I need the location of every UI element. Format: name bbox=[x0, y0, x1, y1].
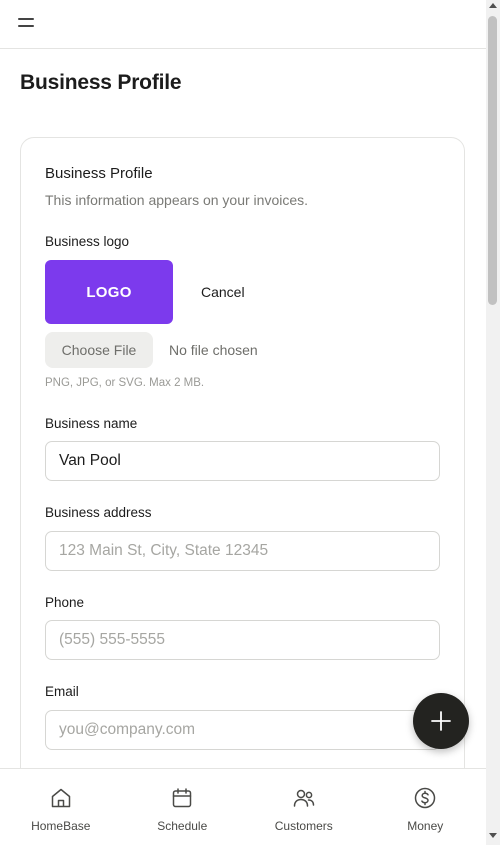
users-icon bbox=[293, 789, 314, 807]
email-label: Email bbox=[45, 684, 79, 699]
business-name-label: Business name bbox=[45, 416, 138, 431]
calendar-icon bbox=[173, 788, 192, 808]
choose-file-button[interactable]: Choose File bbox=[45, 332, 153, 368]
scroll-up-arrow-icon[interactable] bbox=[489, 3, 497, 8]
phone-input[interactable] bbox=[45, 620, 440, 660]
card-title: Business Profile bbox=[45, 165, 153, 182]
business-address-input[interactable] bbox=[45, 531, 440, 571]
business-logo-label: Business logo bbox=[45, 234, 130, 249]
logo-file-hint: PNG, JPG, or SVG. Max 2 MB. bbox=[45, 377, 205, 389]
nav-item-schedule[interactable]: Schedule bbox=[122, 769, 244, 845]
home-icon bbox=[51, 788, 70, 808]
scrollbar-thumb[interactable] bbox=[488, 16, 497, 305]
page-title: Business Profile bbox=[20, 71, 182, 94]
add-fab-button[interactable] bbox=[413, 693, 469, 749]
business-name-input[interactable] bbox=[45, 441, 440, 481]
nav-label-schedule: Schedule bbox=[157, 819, 208, 833]
bottom-nav: HomeBase Schedule Customers Money bbox=[0, 768, 486, 845]
scroll-down-arrow-icon[interactable] bbox=[489, 833, 497, 838]
nav-item-homebase[interactable]: HomeBase bbox=[0, 769, 122, 845]
file-status-text: No file chosen bbox=[169, 342, 258, 358]
nav-item-money[interactable]: Money bbox=[365, 769, 487, 845]
business-address-label: Business address bbox=[45, 505, 152, 520]
top-bar bbox=[0, 0, 486, 49]
email-input[interactable] bbox=[45, 710, 440, 750]
nav-item-customers[interactable]: Customers bbox=[243, 769, 365, 845]
hamburger-menu-icon[interactable] bbox=[18, 17, 36, 29]
phone-label: Phone bbox=[45, 595, 85, 610]
plus-icon bbox=[431, 711, 451, 731]
nav-label-money: Money bbox=[407, 819, 444, 833]
card-subtitle: This information appears on your invoice… bbox=[45, 192, 309, 208]
nav-label-homebase: HomeBase bbox=[31, 819, 91, 833]
logo-preview: LOGO bbox=[45, 260, 173, 324]
dollar-circle-icon bbox=[415, 787, 436, 809]
cancel-logo-button[interactable]: Cancel bbox=[201, 284, 245, 300]
nav-label-customers: Customers bbox=[274, 819, 333, 833]
